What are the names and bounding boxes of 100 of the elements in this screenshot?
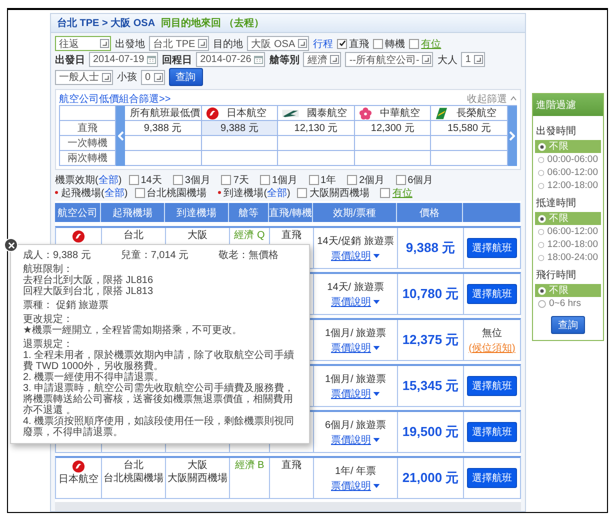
caret-icon (373, 346, 380, 350)
time-option[interactable]: 00:00-06:00 (535, 153, 601, 166)
select-field[interactable]: 經濟 (303, 52, 342, 67)
airline-header[interactable]: 國泰航空 (278, 106, 355, 121)
fare-cell[interactable]: 15,580 元 (431, 121, 508, 136)
rule-text: 2. 機票一經使用不得申請退票。 (23, 372, 166, 383)
collapse-link[interactable]: 收起篩選 (467, 92, 507, 106)
time-option[interactable]: 12:00-18:00 (535, 179, 601, 192)
select-field[interactable]: --所有航空公司- (345, 52, 434, 67)
checkbox-label[interactable]: 直飛 (349, 36, 370, 50)
rule-text: ★機票一經開立，全程皆需如期搭乘，不可更改。 (23, 325, 243, 336)
filter-label: 機票效期(全部) (55, 174, 122, 186)
date-field[interactable]: 2014-07-19 (89, 52, 158, 67)
checkbox[interactable] (308, 174, 318, 184)
checkbox[interactable] (380, 188, 390, 198)
checkbox[interactable] (347, 174, 358, 184)
airline-name: 所有航班最低價 (130, 106, 200, 120)
fare-info-link[interactable]: 票價說明 (331, 386, 380, 400)
select-flight-button[interactable]: 選擇航班 (467, 284, 517, 304)
select-field[interactable]: 1 (461, 52, 485, 67)
date-field[interactable]: 2014-07-26 (196, 52, 266, 67)
checkbox[interactable] (128, 174, 139, 184)
price: 19,500 元 (402, 423, 459, 441)
route-type: 直飛 (282, 230, 302, 242)
rule-text: 票種： 促銷 旅遊票 (23, 300, 110, 311)
select-flight-button[interactable]: 選擇航班 (467, 422, 517, 442)
checkbox[interactable] (373, 38, 384, 48)
checkbox-label[interactable]: 轉機 (385, 36, 406, 50)
time-option[interactable]: 12:00-18:00 (535, 238, 601, 251)
fare-cell[interactable]: 9,388 元 (125, 121, 202, 136)
checkbox[interactable] (409, 38, 420, 48)
checkbox[interactable] (134, 188, 145, 198)
fare-info-link[interactable]: 票價說明 (331, 478, 380, 492)
checkbox-label[interactable]: 1年 (320, 172, 336, 186)
select-field[interactable]: 一般人士 (55, 70, 113, 84)
blossom-logo-icon (358, 106, 372, 120)
checkbox[interactable] (172, 174, 183, 184)
fare-info-link[interactable]: 票價說明 (331, 294, 380, 308)
itinerary-link[interactable]: 行程 (313, 36, 334, 50)
rule-text: 回程大阪到台北，限搭 JL813 (23, 286, 154, 297)
checkbox-label[interactable]: 3個月 (184, 172, 210, 186)
fare-info-link[interactable]: 票價說明 (331, 340, 380, 354)
fare-info-link[interactable]: 票價說明 (331, 432, 380, 446)
scroll-left-button[interactable] (116, 106, 125, 166)
checkbox-label[interactable]: 1個月 (272, 172, 298, 186)
checkbox[interactable] (260, 174, 270, 184)
fare-cell[interactable]: 9,388 元 (202, 121, 278, 136)
fare-cell[interactable]: 12,130 元 (278, 121, 355, 136)
checkbox-label[interactable]: 台北桃園機場 (146, 186, 207, 200)
select-field[interactable]: 大阪 OSA (247, 36, 310, 51)
time-option[interactable]: 0~6 hrs (535, 297, 601, 310)
time-option[interactable]: 06:00-12:00 (535, 166, 601, 179)
price: 21,000 元 (402, 469, 459, 487)
close-button[interactable] (4, 238, 18, 252)
checkbox[interactable] (396, 174, 406, 184)
rule-text: 4. 機票須按照順序使用，如該段使用任一段，剩餘機票則視同廢票，不得申請退票。 (23, 416, 296, 438)
fare-info-link[interactable]: 票價說明 (331, 248, 380, 262)
caret-icon (373, 254, 380, 258)
airline-name: 中華航空 (380, 106, 420, 120)
airline-header[interactable]: 長榮航空 (431, 106, 508, 121)
all-link[interactable]: 全部 (98, 174, 118, 186)
select-field[interactable]: 0 (141, 70, 165, 84)
checkbox-label[interactable]: 7天 (233, 172, 249, 186)
time-option[interactable]: 06:00-12:00 (535, 225, 601, 238)
select-field[interactable]: 台北 TPE (149, 36, 210, 51)
filter-link[interactable]: 航空公司低價組合篩選>> (59, 92, 171, 106)
airline-name: 日本航空 (226, 106, 267, 120)
search-button[interactable]: 查詢 (168, 68, 203, 86)
caret-icon (373, 300, 380, 304)
checkbox[interactable] (337, 38, 348, 48)
checkbox-label[interactable]: 有位 (392, 186, 412, 200)
select-flight-button[interactable]: 選擇航班 (467, 376, 517, 396)
stops-label: 兩次轉機 (60, 151, 116, 166)
cabin-class: 經濟 Q (234, 230, 265, 242)
checkbox[interactable] (297, 188, 308, 198)
fare-cell[interactable]: 12,300 元 (354, 121, 432, 136)
calendar-icon (254, 55, 264, 64)
checkbox[interactable] (221, 174, 232, 184)
caret-icon (373, 484, 380, 488)
checkbox-label[interactable]: 大阪關西機場 (309, 186, 370, 200)
all-link[interactable]: 全部 (104, 188, 124, 198)
airline-header[interactable]: 中華航空 (354, 106, 432, 121)
airport-name: 台北 (124, 230, 144, 242)
calendar-icon (147, 55, 156, 64)
all-link[interactable]: 全部 (267, 188, 288, 198)
checkbox-label[interactable]: 6個月 (408, 172, 434, 186)
field-label: 艙等別 (269, 54, 300, 66)
dropdown-arrow-icon (474, 55, 483, 64)
airline-header[interactable]: 所有航班最低價 (125, 106, 202, 121)
select-field[interactable]: 往返 (55, 36, 111, 51)
search-button[interactable]: 查詢 (551, 316, 585, 334)
select-flight-button[interactable]: 選擇航班 (467, 468, 517, 488)
select-flight-button[interactable]: 選擇航班 (467, 238, 517, 258)
checkbox-label[interactable]: 2個月 (359, 172, 385, 186)
group-title: 抵達時間 (535, 196, 577, 211)
checkbox-label[interactable]: 14天 (140, 172, 162, 186)
checkbox-label[interactable]: 有位 (421, 36, 442, 50)
time-option[interactable]: 18:00-24:00 (535, 251, 601, 264)
airline-name: 長榮航空 (456, 106, 496, 120)
dropdown-arrow-icon (154, 72, 163, 82)
